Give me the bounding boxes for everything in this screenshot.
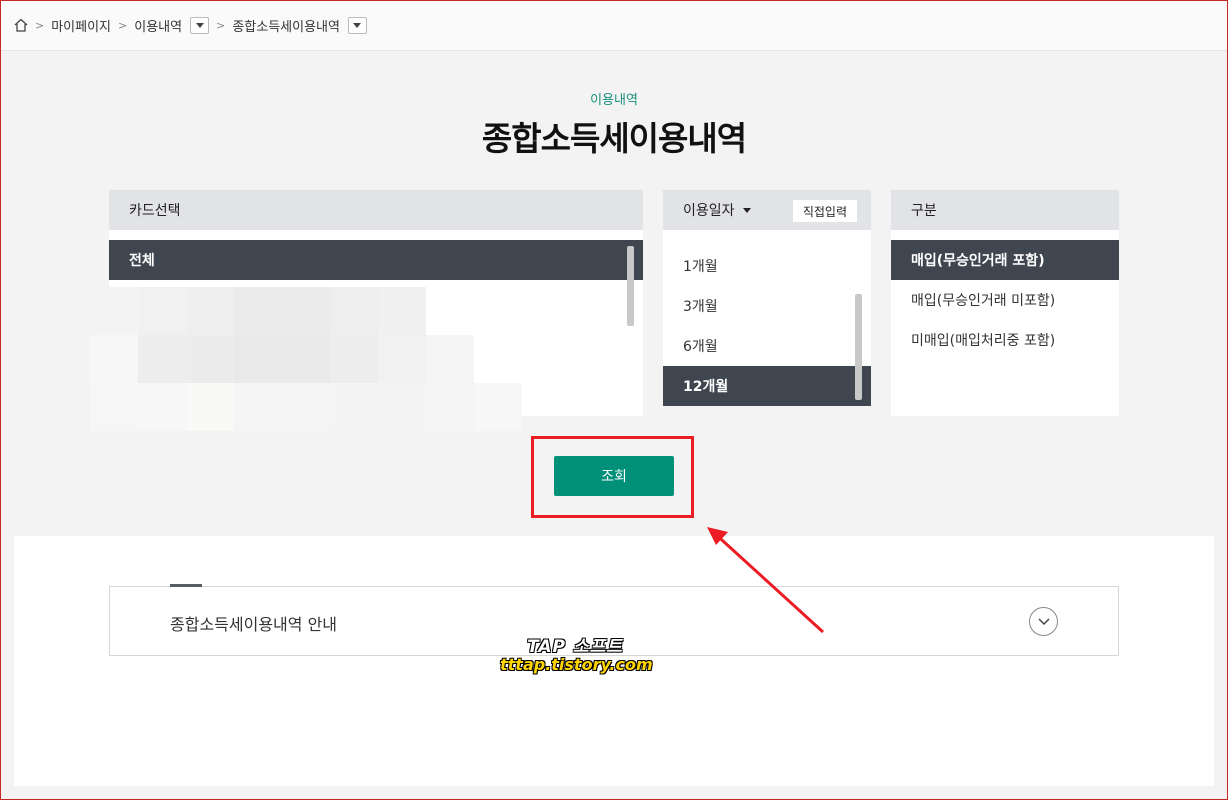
date-range-panel: 이용일자 직접입력 1개월 3개월 6개월 12개월 bbox=[663, 190, 871, 406]
home-icon[interactable] bbox=[14, 18, 28, 32]
chevron-right-icon: > bbox=[35, 18, 45, 32]
page-title: 종합소득세이용내역 bbox=[481, 119, 747, 158]
watermark-url: tttap.tistory.com bbox=[500, 655, 653, 674]
guide-label: 종합소득세이용내역 안내 bbox=[170, 615, 338, 634]
breadcrumb-item-current[interactable]: 종합소득세이용내역 bbox=[232, 16, 340, 35]
type-option-unpurchased[interactable]: 미매입(매입처리중 포함) bbox=[891, 320, 1119, 360]
card-list-scrollbar[interactable] bbox=[627, 246, 634, 326]
breadcrumb: > 마이페이지 > 이용내역 > 종합소득세이용내역 bbox=[0, 0, 1228, 51]
date-range-label: 이용일자 bbox=[683, 203, 735, 219]
date-list-scrollbar[interactable] bbox=[855, 294, 862, 400]
caret-down-icon bbox=[742, 207, 751, 213]
type-option-with-unapproved[interactable]: 매입(무승인거래 포함) bbox=[891, 240, 1119, 280]
breadcrumb-item-mypage[interactable]: 마이페이지 bbox=[51, 16, 111, 35]
breadcrumb-dropdown-button[interactable] bbox=[347, 16, 367, 34]
search-button[interactable]: 조회 bbox=[554, 456, 674, 496]
type-heading: 구분 bbox=[891, 190, 1119, 230]
type-panel: 구분 매입(무승인거래 포함) 매입(무승인거래 미포함) 미매입(매입처리중 … bbox=[891, 190, 1119, 416]
chevron-down-icon[interactable] bbox=[1029, 607, 1058, 636]
date-option-1m[interactable]: 1개월 bbox=[663, 246, 871, 286]
date-option-6m[interactable]: 6개월 bbox=[663, 326, 871, 366]
card-select-heading: 카드선택 bbox=[109, 190, 643, 230]
watermark: TAP 소프트 tttap.tistory.com bbox=[500, 632, 653, 674]
breadcrumb-dropdown-button[interactable] bbox=[190, 16, 210, 34]
date-option-12m[interactable]: 12개월 bbox=[663, 366, 871, 406]
direct-input-button[interactable]: 직접입력 bbox=[792, 200, 857, 222]
blurred-card-list bbox=[90, 287, 524, 431]
watermark-title: TAP 소프트 bbox=[527, 637, 623, 657]
chevron-right-icon: > bbox=[118, 18, 128, 32]
guide-accent-bar bbox=[170, 584, 202, 587]
card-option-all[interactable]: 전체 bbox=[109, 240, 643, 280]
annotation-arrow bbox=[707, 527, 825, 634]
breadcrumb-item-usage[interactable]: 이용내역 bbox=[134, 16, 182, 35]
date-option-3m[interactable]: 3개월 bbox=[663, 286, 871, 326]
page-subtitle: 이용내역 bbox=[590, 93, 638, 108]
date-range-heading[interactable]: 이용일자 직접입력 bbox=[663, 190, 871, 230]
type-option-without-unapproved[interactable]: 매입(무승인거래 미포함) bbox=[891, 280, 1119, 320]
chevron-right-icon: > bbox=[216, 18, 226, 32]
